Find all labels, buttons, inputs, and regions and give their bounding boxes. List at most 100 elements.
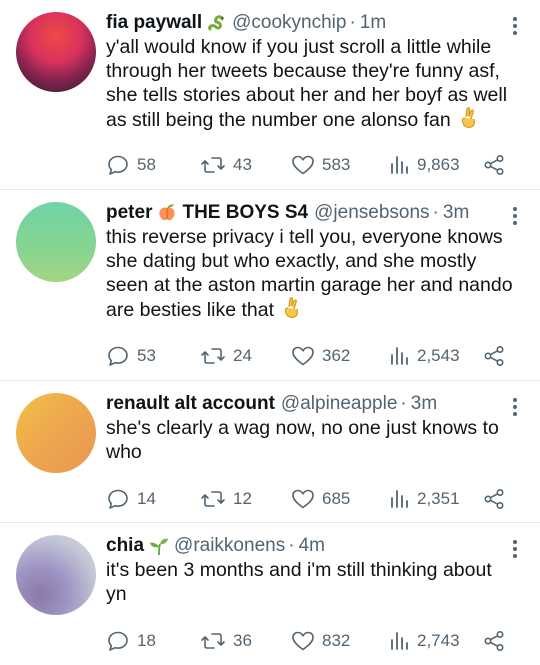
tweet-header: renault alt account @alpineapple · 3m [106,392,516,416]
retweet-count: 12 [233,489,252,508]
tweet-header: fia paywall @cookynchip · 1m [106,11,516,35]
reply-icon [108,346,128,366]
like-count: 583 [322,155,351,174]
more-options-icon[interactable] [512,398,518,419]
reply-button[interactable]: 18 [106,629,156,653]
tweet-actions: 14 12 685 2,351 [106,487,510,511]
display-name[interactable]: renault alt account [106,392,275,416]
avatar[interactable] [16,393,96,473]
reply-count: 53 [137,346,156,365]
views-icon [391,490,408,508]
reply-button[interactable]: 58 [106,153,156,177]
share-icon [484,345,504,367]
display-name[interactable]: fia paywall [106,11,202,35]
tweet-text: she's clearly a wag now, no one just kno… [106,417,499,463]
tweet-header: chia @raikkonens · 4m [106,534,516,558]
like-button[interactable]: 832 [291,629,350,653]
display-name[interactable]: peter [106,201,152,225]
seedling-emoji-icon [150,538,169,556]
like-count: 362 [322,346,351,365]
views-count: 9,863 [417,155,460,174]
tweet-actions: 53 24 362 2,543 [106,344,510,368]
display-name-suffix[interactable]: THE BOYS S4 [182,201,308,225]
handle[interactable]: @cookynchip [232,11,346,35]
views-button[interactable]: 2,543 [388,344,460,368]
snake-emoji-icon [208,15,224,31]
tweet-actions: 58 43 583 9,863 [106,153,510,177]
share-icon [484,488,504,510]
reply-icon [108,631,128,651]
like-button[interactable]: 685 [291,487,350,511]
more-options-icon[interactable] [512,17,518,38]
reply-button[interactable]: 14 [106,487,156,511]
separator: · [349,12,356,33]
like-count: 832 [322,631,351,650]
share-button[interactable] [482,629,506,653]
reply-icon [108,489,128,509]
share-icon [484,154,504,176]
timestamp[interactable]: 3m [411,392,437,416]
tweet-text: y'all would know if you just scroll a li… [106,36,508,132]
heart-icon [292,489,314,509]
like-button[interactable]: 362 [291,344,350,368]
views-button[interactable]: 9,863 [388,153,460,177]
views-button[interactable]: 2,351 [388,487,460,511]
retweet-icon [201,157,225,173]
timestamp[interactable]: 1m [360,11,386,35]
reply-icon [108,155,128,175]
avatar[interactable] [16,535,96,615]
tweet[interactable]: renault alt account @alpineapple · 3m sh… [0,381,540,523]
share-button[interactable] [482,153,506,177]
reply-count: 58 [137,155,156,174]
share-button[interactable] [482,487,506,511]
avatar[interactable] [16,12,96,92]
timestamp[interactable]: 3m [443,201,469,225]
avatar[interactable] [16,202,96,282]
heart-icon [292,631,314,651]
reply-count: 14 [137,489,156,508]
tweet-actions: 18 36 832 2,743 [106,629,510,653]
tweet[interactable]: fia paywall @cookynchip · 1m y'all would… [0,0,540,190]
retweet-count: 43 [233,155,252,174]
share-button[interactable] [482,344,506,368]
peach-emoji-icon [159,204,176,221]
separator: · [432,202,439,223]
more-options-icon[interactable] [512,540,518,561]
crossed-fingers-emoji-icon [285,297,299,319]
tweet[interactable]: chia @raikkonens · 4m it's been 3 months… [0,523,540,665]
views-count: 2,351 [417,489,460,508]
reply-button[interactable]: 53 [106,344,156,368]
retweet-icon [201,348,225,364]
retweet-icon [201,633,225,649]
more-options-icon[interactable] [512,207,518,228]
views-icon [391,632,408,650]
views-button[interactable]: 2,743 [388,629,460,653]
retweet-button[interactable]: 12 [200,487,252,511]
timestamp[interactable]: 4m [299,534,325,558]
retweet-count: 24 [233,346,252,365]
heart-icon [292,346,314,366]
retweet-icon [201,491,225,507]
display-name[interactable]: chia [106,534,144,558]
views-count: 2,543 [417,346,460,365]
crossed-fingers-emoji-icon [461,107,476,129]
handle[interactable]: @alpineapple [281,392,398,416]
like-button[interactable]: 583 [291,153,350,177]
separator: · [288,535,295,556]
handle[interactable]: @raikkonens [174,534,285,558]
views-icon [391,347,408,365]
tweet-text: this reverse privacy i tell you, everyon… [106,226,513,322]
views-icon [391,156,408,174]
retweet-button[interactable]: 24 [200,344,252,368]
views-count: 2,743 [417,631,460,650]
handle[interactable]: @jensebsons [314,201,429,225]
retweet-button[interactable]: 36 [200,629,252,653]
like-count: 685 [322,489,351,508]
tweet[interactable]: peter THE BOYS S4 @jensebsons · 3m this … [0,190,540,381]
reply-count: 18 [137,631,156,650]
retweet-button[interactable]: 43 [200,153,252,177]
retweet-count: 36 [233,631,252,650]
separator: · [400,393,407,414]
share-icon [484,630,504,652]
tweet-header: peter THE BOYS S4 @jensebsons · 3m [106,201,516,225]
